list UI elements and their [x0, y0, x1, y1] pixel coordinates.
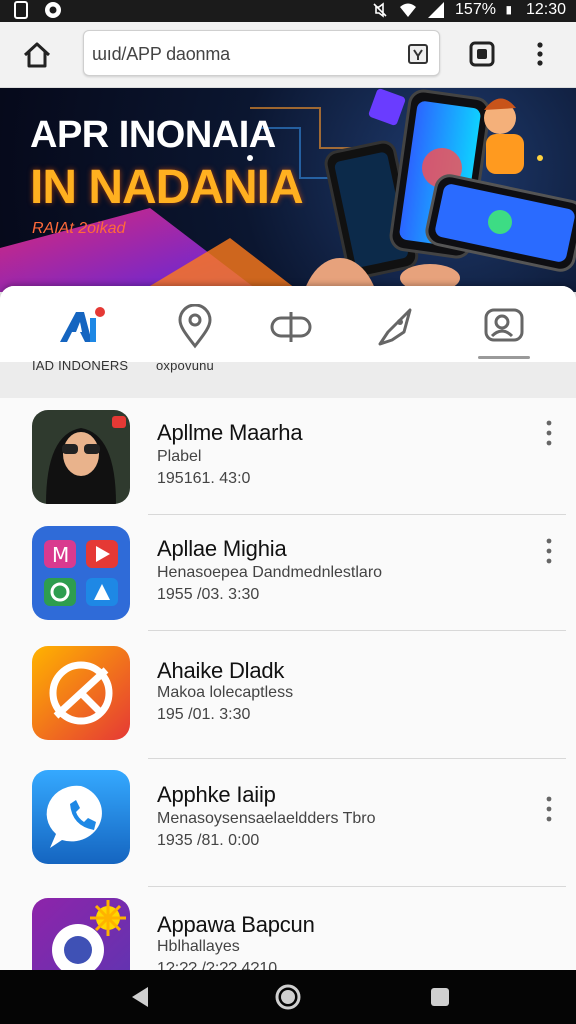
list-divider [148, 886, 566, 887]
banner-subtitle: RAIAt 2oikad [32, 220, 126, 237]
more-vert-icon[interactable] [530, 40, 550, 68]
app-name: Appawa Bapcun [157, 912, 315, 937]
signal-icon [428, 2, 445, 18]
app-name: Ahaike Dladk [157, 658, 285, 683]
circle-notification-icon [45, 2, 61, 18]
app-date: 195161. 43:0 [157, 470, 251, 487]
home-icon[interactable] [20, 38, 54, 72]
system-navigation-bar [0, 970, 576, 1024]
app-developer: Makoa lolecaptless [157, 684, 294, 701]
tab-label-ai[interactable]: IAD INDONERS [32, 358, 128, 373]
list-divider [148, 630, 566, 631]
rocket-icon[interactable] [370, 304, 420, 350]
wifi-icon [400, 3, 417, 17]
app-date: 195 /01. 3:30 [157, 706, 251, 723]
apps-grid-icon: M [32, 526, 130, 620]
list-item[interactable]: Ahaike Dladk Makoa lolecaptless 195 /01.… [0, 638, 576, 759]
tab-label-second[interactable]: oxpovunu [156, 358, 214, 373]
orange-cross-icon [32, 646, 130, 740]
list-item[interactable]: Apllme Maarha Plabel 195161. 43:0 [0, 400, 576, 518]
recents-icon[interactable] [426, 983, 454, 1011]
tab-bar [0, 286, 576, 362]
mute-icon [373, 2, 387, 18]
battery-icon [506, 6, 511, 15]
app-date: 1955 /03. 3:30 [157, 586, 260, 603]
link-icon[interactable] [266, 304, 316, 350]
app-developer: Plabel [157, 448, 202, 465]
more-vert-icon[interactable] [542, 796, 556, 822]
app-name: Apphke Iaiip [157, 782, 276, 807]
phone-icon [14, 1, 28, 19]
back-icon[interactable] [126, 983, 154, 1011]
reader-mode-icon[interactable] [407, 43, 429, 65]
avatar-person-icon [32, 410, 130, 504]
banner-title: APR INONAIA [30, 114, 276, 156]
list-divider [148, 758, 566, 759]
clock: 12:30 [525, 1, 566, 18]
status-bar: 157% 12:30 [0, 0, 576, 22]
battery-percentage: 157% [455, 1, 496, 18]
home-circle-icon[interactable] [274, 983, 302, 1011]
ai-logo-icon[interactable] [56, 304, 106, 350]
app-developer: Hblhallayes [157, 938, 240, 955]
location-pin-icon[interactable] [170, 304, 220, 350]
profile-card-icon[interactable] [480, 304, 530, 350]
app-date: 1?:?? /?:?? 4?10 [157, 960, 278, 970]
app-name: Apllae Mighia [157, 536, 287, 561]
list-item[interactable]: Apphke Iaiip Menasoysensaelaeldders Tbro… [0, 766, 576, 887]
address-bar[interactable]: ɯıd/APP daonma [83, 30, 440, 76]
app-developer: Henasoepea Dandmednlestlaro [157, 564, 383, 581]
svg-text:M: M [52, 543, 69, 567]
more-vert-icon[interactable] [542, 538, 556, 564]
tabs-icon[interactable] [468, 40, 496, 68]
browser-toolbar: ɯıd/APP daonma [0, 22, 576, 88]
app-name: Apllme Maarha [157, 420, 303, 445]
chat-phone-icon [32, 770, 130, 864]
sun-lens-icon [32, 898, 130, 970]
list-item[interactable]: M Apllae Mighia Henasoepea Dandmednlestl… [0, 518, 576, 636]
content-card: IAD INDONERS oxpovunu Apllme Maarha Plab… [0, 286, 576, 970]
url-text: ɯıd/APP daonma [92, 44, 230, 64]
list-item[interactable]: Appawa Bapcun Hblhallayes 1?:?? /?:?? 4?… [0, 892, 576, 970]
promo-banner[interactable]: APR INONAIA IN NADANIA RAIAt 2oikad [0, 88, 576, 292]
app-developer: Menasoysensaelaeldders Tbro [157, 810, 376, 827]
active-tab-indicator [478, 356, 530, 359]
app-date: 1935 /81. 0:00 [157, 832, 260, 849]
more-vert-icon[interactable] [542, 420, 556, 446]
list-divider [148, 514, 566, 515]
banner-headline: IN NADANIA [30, 161, 304, 214]
